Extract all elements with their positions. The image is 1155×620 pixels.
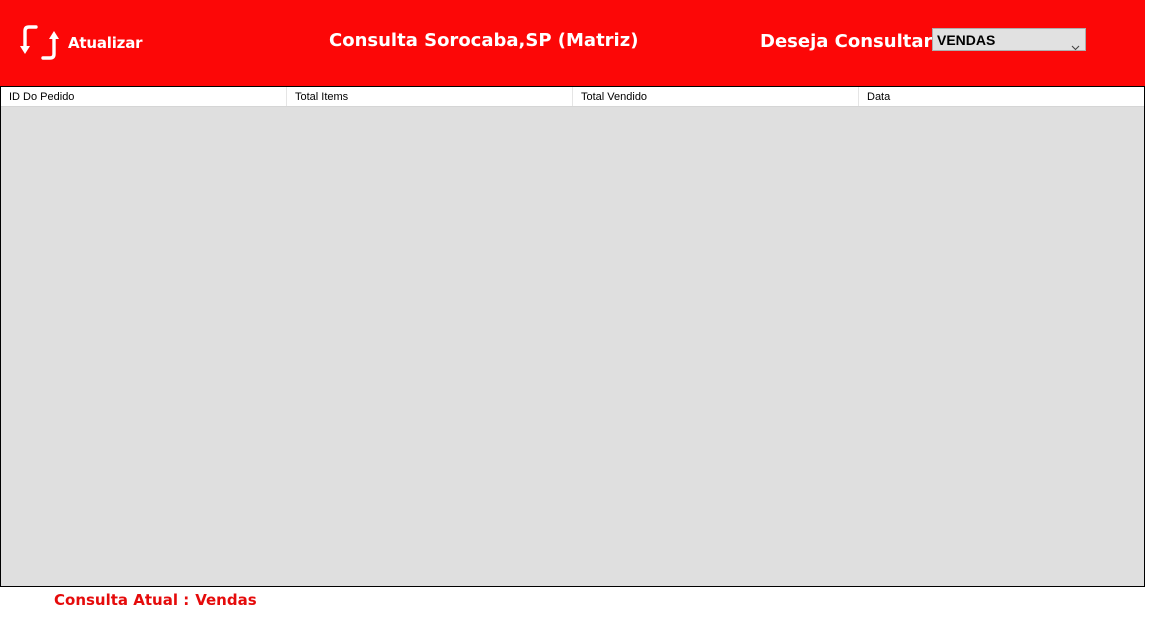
- chevron-down-icon: [1071, 36, 1080, 55]
- column-header-total-vendido[interactable]: Total Vendido: [573, 87, 859, 106]
- status-value: Vendas: [195, 591, 257, 609]
- status-label: Consulta Atual :: [54, 591, 190, 609]
- grid-header-row: ID Do Pedido Total Items Total Vendido D…: [1, 87, 1144, 107]
- refresh-label: Atualizar: [68, 34, 143, 52]
- consult-select[interactable]: VENDAS: [932, 28, 1086, 51]
- grid-body: [1, 107, 1144, 586]
- results-grid[interactable]: ID Do Pedido Total Items Total Vendido D…: [0, 86, 1145, 587]
- refresh-button[interactable]: Atualizar: [20, 21, 143, 65]
- app-window: Atualizar Consulta Sorocaba,SP (Matriz) …: [0, 0, 1155, 620]
- consult-select-value: VENDAS: [937, 32, 996, 48]
- page-title: Consulta Sorocaba,SP (Matriz): [329, 30, 639, 51]
- refresh-arrows-icon: [20, 21, 62, 65]
- column-header-total-items[interactable]: Total Items: [287, 87, 573, 106]
- column-header-id-pedido[interactable]: ID Do Pedido: [1, 87, 287, 106]
- status-bar: Consulta Atual : Vendas: [54, 591, 257, 609]
- column-header-data[interactable]: Data: [859, 87, 1144, 106]
- header-bar: Atualizar Consulta Sorocaba,SP (Matriz) …: [0, 0, 1145, 86]
- consult-label: Deseja Consultar:: [760, 31, 940, 52]
